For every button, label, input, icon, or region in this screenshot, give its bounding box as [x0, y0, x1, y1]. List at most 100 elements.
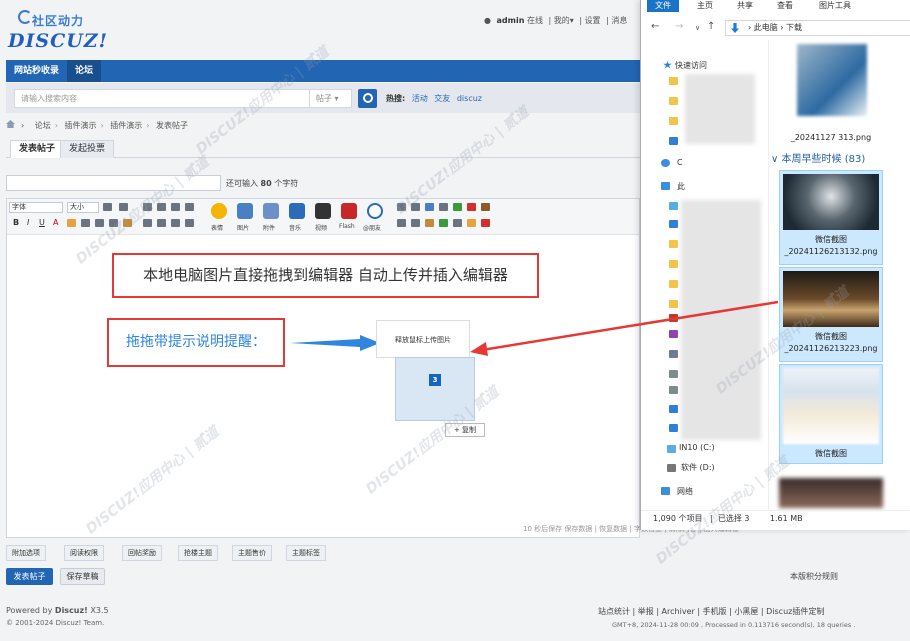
list-ordered-icon[interactable] — [157, 219, 166, 227]
post-editor[interactable]: 字体 大小 B I U A 表情 图片 附件 音乐 视频 Flash @朋友 1… — [6, 198, 739, 538]
home-icon[interactable] — [6, 120, 15, 128]
breadcrumb-item[interactable]: 插件演示 — [110, 121, 142, 130]
tab-new-post[interactable]: 发表帖子 — [10, 140, 65, 158]
align-left-icon[interactable] — [143, 203, 152, 211]
music-icon[interactable] — [289, 203, 305, 219]
video-icon[interactable] — [315, 203, 331, 219]
list-icon[interactable] — [143, 219, 152, 227]
file-thumb-selected[interactable]: 微信截图 — [779, 364, 883, 464]
site-logo[interactable]: 社区动力 DISCUZ! — [6, 6, 116, 52]
brush-icon[interactable] — [123, 219, 132, 227]
tool-icon[interactable] — [481, 219, 490, 227]
file-thumbnail — [783, 368, 879, 444]
submit-post-button[interactable]: 发表帖子 — [6, 568, 53, 585]
nav-this-pc[interactable]: 此 — [677, 181, 685, 192]
back-icon[interactable]: ← — [651, 21, 659, 32]
file-thumb[interactable] — [779, 478, 883, 508]
option-read-permission[interactable]: 阅读权限 — [64, 545, 104, 561]
my-menu[interactable]: 我的▾ — [554, 16, 574, 25]
breadcrumb: › 论坛 › 插件演示 › 插件演示 › 发表帖子 — [6, 120, 188, 131]
tool-icon[interactable] — [425, 219, 434, 227]
tool-icon[interactable] — [397, 203, 406, 211]
link-icon[interactable] — [81, 219, 90, 227]
search-type-select[interactable]: 帖子 ▾ — [310, 89, 352, 108]
option-price[interactable]: 主题售价 — [232, 545, 272, 561]
hot-term[interactable]: discuz — [457, 94, 482, 103]
quote-icon[interactable] — [109, 219, 118, 227]
ribbon-tab-share[interactable]: 共享 — [729, 0, 761, 12]
option-floor-grab[interactable]: 抢楼主题 — [178, 545, 218, 561]
font-family-select[interactable]: 字体 — [9, 202, 63, 213]
tool-icon[interactable] — [467, 219, 476, 227]
bg-color-icon[interactable] — [67, 219, 76, 227]
image-icon[interactable] — [237, 203, 253, 219]
nav-item-seo[interactable]: 网站秒收录 — [6, 60, 67, 82]
ribbon-tab-picture-tools[interactable]: 图片工具 — [811, 0, 859, 12]
tool-icon[interactable] — [411, 219, 420, 227]
outdent-icon[interactable] — [185, 219, 194, 227]
search-icon[interactable] — [358, 89, 377, 108]
italic-icon[interactable]: I — [27, 218, 29, 227]
ribbon-tab-view[interactable]: 查看 — [769, 0, 801, 12]
ribbon-tab-file[interactable]: 文件 — [647, 0, 679, 12]
breadcrumb-item[interactable]: 论坛 — [35, 121, 51, 130]
nav-item-forum[interactable]: 论坛 — [67, 60, 102, 82]
file-thumb[interactable]: _20241127 313.png — [779, 44, 883, 144]
attachment-icon[interactable] — [263, 203, 279, 219]
emoji-icon[interactable] — [211, 203, 227, 219]
group-header[interactable]: ∨ 本周早些时候 (83) — [771, 150, 865, 165]
align-center-icon[interactable] — [157, 203, 166, 211]
unlink-icon[interactable] — [95, 219, 104, 227]
code-icon[interactable] — [397, 219, 406, 227]
tool-icon[interactable] — [411, 203, 420, 211]
settings-link[interactable]: 设置 — [585, 16, 601, 25]
flash-icon[interactable] — [341, 203, 357, 219]
file-thumb-selected[interactable]: 微信截图 _20241126213223.png — [779, 267, 883, 362]
tool-icon[interactable] — [439, 203, 448, 211]
footer-brand[interactable]: Discuz! — [55, 606, 88, 615]
nav-onedrive[interactable]: C — [677, 158, 683, 167]
title-input[interactable] — [6, 175, 221, 191]
file-thumb-selected[interactable]: 微信截图 _20241126213132.png — [779, 170, 883, 265]
font-size-select[interactable]: 大小 — [67, 202, 99, 213]
option-extra[interactable]: 附加选项 — [6, 545, 46, 561]
indent-icon[interactable] — [171, 219, 180, 227]
folder-icon — [669, 240, 678, 248]
tool-icon[interactable] — [481, 203, 490, 211]
tool-icon[interactable] — [453, 203, 462, 211]
username-link[interactable]: admin — [497, 16, 525, 25]
address-path[interactable]: › 此电脑 › 下载 — [725, 20, 910, 36]
emoji-label: 表情 — [211, 225, 224, 232]
format-icon[interactable] — [119, 203, 128, 211]
rules-link[interactable]: 本版积分规则 — [790, 571, 838, 582]
forward-icon[interactable]: → — [675, 21, 683, 32]
option-tags[interactable]: 主题标签 — [286, 545, 326, 561]
bold-icon[interactable]: B — [13, 218, 19, 227]
format-icon[interactable] — [103, 203, 112, 211]
up-icon[interactable]: ↑ — [707, 21, 715, 32]
align-right-icon[interactable] — [171, 203, 180, 211]
text-color-icon[interactable]: A — [53, 218, 58, 227]
tool-icon[interactable] — [439, 219, 448, 227]
breadcrumb-item[interactable]: 插件演示 — [65, 121, 97, 130]
align-justify-icon[interactable] — [185, 203, 194, 211]
messages-link[interactable]: 消息 — [611, 16, 627, 25]
hot-term[interactable]: 交友 — [434, 94, 450, 103]
ribbon-tab-home[interactable]: 主页 — [689, 0, 721, 12]
tool-icon[interactable] — [453, 219, 462, 227]
nav-network[interactable]: 网络 — [677, 486, 693, 497]
tool-icon[interactable] — [425, 203, 434, 211]
nav-drive-d[interactable]: 软件 (D:) — [681, 462, 715, 473]
underline-icon[interactable]: U — [39, 218, 45, 227]
option-reply-reward[interactable]: 回帖奖励 — [122, 545, 162, 561]
tool-icon[interactable] — [467, 203, 476, 211]
mention-icon[interactable] — [367, 203, 383, 219]
save-draft-button[interactable]: 保存草稿 — [60, 568, 105, 585]
hot-term[interactable]: 活动 — [412, 94, 428, 103]
chevron-down-icon[interactable]: ∨ — [695, 24, 700, 32]
search-input[interactable]: 请输入搜索内容 — [14, 89, 310, 108]
tab-new-poll[interactable]: 发起投票 — [60, 140, 115, 158]
nav-quick-access[interactable]: 快速访问 — [675, 60, 707, 71]
nav-drive-c[interactable]: IN10 (C:) — [679, 443, 715, 452]
footer-links[interactable]: 站点统计 | 举报 | Archiver | 手机版 | 小黑屋 | Discu… — [598, 606, 824, 617]
